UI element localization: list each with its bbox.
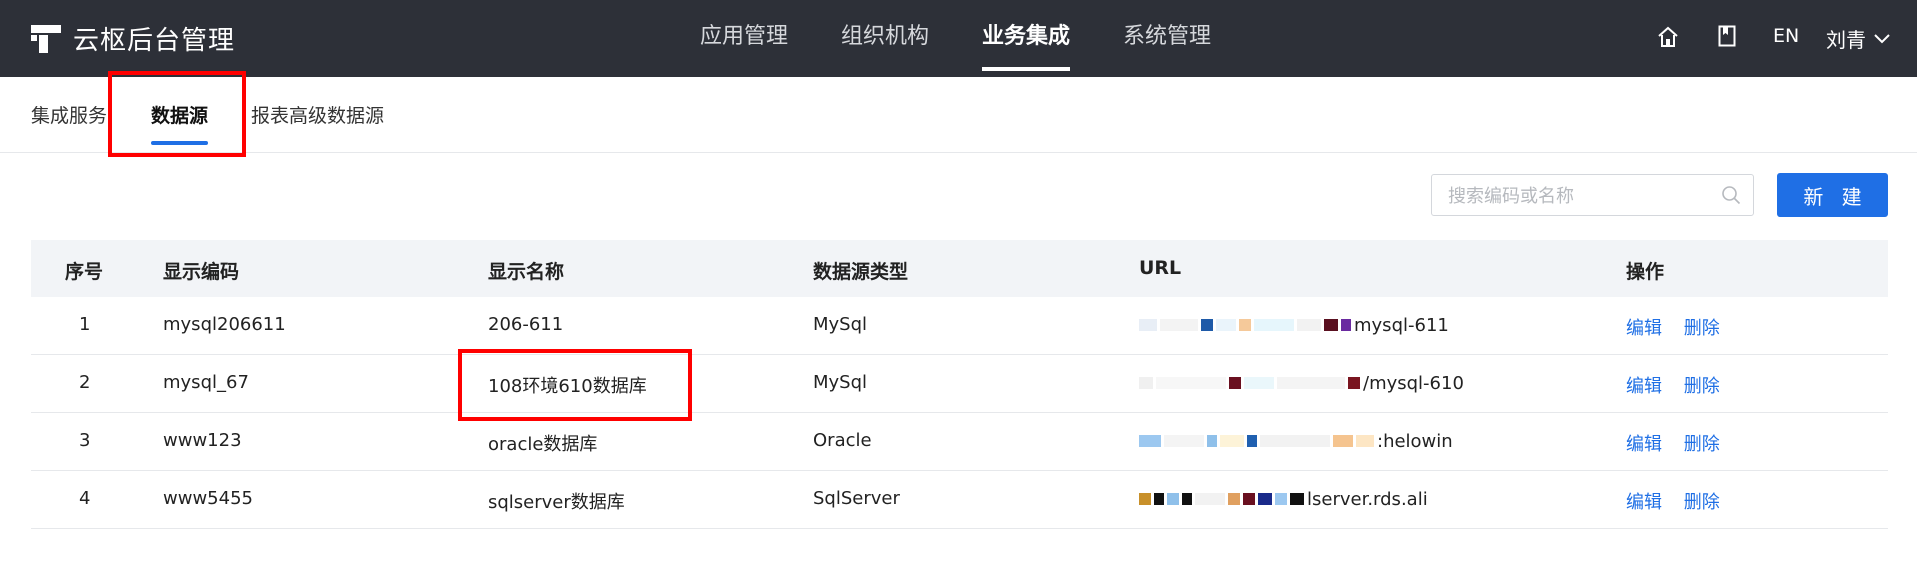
cell-code: mysql206611 (163, 314, 286, 335)
col-header-name: 显示名称 (488, 261, 565, 283)
cell-seq: 2 (79, 372, 91, 393)
table-row: 2 mysql_67 108环境610数据库 MySql /mysql-610 … (31, 355, 1888, 413)
nav-item-business-integration[interactable]: 业务集成 (982, 0, 1071, 77)
cell-seq: 4 (79, 488, 91, 509)
edit-link[interactable]: 编辑 (1626, 434, 1662, 455)
tab-report-advanced-data-source[interactable]: 报表高级数据源 (251, 101, 384, 128)
redacted-url-mask (1139, 315, 1354, 335)
table-row-partial (31, 529, 1888, 586)
cell-name: 206-611 (488, 314, 564, 335)
home-icon[interactable] (1657, 26, 1679, 48)
col-header-seq: 序号 (65, 261, 104, 283)
nav-item-system-management[interactable]: 系统管理 (1123, 0, 1211, 77)
highlight-box-tab (108, 71, 246, 157)
cell-url: mysql-611 (1139, 314, 1625, 336)
brand[interactable]: 云枢后台管理 (31, 20, 235, 56)
user-menu[interactable]: 刘青 (1826, 24, 1890, 53)
col-header-code: 显示编码 (163, 261, 240, 283)
cell-type: MySql (813, 372, 868, 393)
search-box (1431, 174, 1754, 217)
redacted-url-mask (1139, 373, 1363, 393)
language-switch[interactable]: EN (1773, 25, 1799, 47)
delete-link[interactable]: 删除 (1684, 376, 1720, 397)
cell-seq: 1 (79, 314, 91, 335)
url-text: mysql-611 (1354, 314, 1449, 336)
col-header-type: 数据源类型 (813, 261, 909, 283)
cell-url: /mysql-610 (1139, 372, 1625, 394)
top-bar: 云枢后台管理 应用管理 组织机构 业务集成 系统管理 EN 刘青 (0, 0, 1917, 77)
url-text: :helowin (1377, 430, 1453, 452)
highlight-box-row (458, 349, 692, 421)
edit-link[interactable]: 编辑 (1626, 318, 1662, 339)
user-name: 刘青 (1826, 28, 1866, 52)
table-row: 1 mysql206611 206-611 MySql mysql-611 编辑… (31, 297, 1888, 355)
table-header: 序号 显示编码 显示名称 数据源类型 URL 操作 (31, 240, 1888, 297)
new-button[interactable]: 新 建 (1777, 173, 1888, 217)
cell-url: :helowin (1139, 430, 1625, 452)
chevron-down-icon (1874, 33, 1890, 43)
table-row: 3 www123 oracle数据库 Oracle :helowin 编辑 删除 (31, 413, 1888, 471)
cell-code: www5455 (163, 488, 253, 509)
cell-code: www123 (163, 430, 242, 451)
url-text: /mysql-610 (1363, 372, 1464, 394)
cell-name: oracle数据库 (488, 434, 598, 455)
tab-integration-service[interactable]: 集成服务 (31, 101, 107, 128)
search-input[interactable] (1446, 175, 1720, 217)
cell-name: sqlserver数据库 (488, 492, 625, 513)
book-icon[interactable] (1718, 25, 1736, 47)
main-nav: 应用管理 组织机构 业务集成 系统管理 (700, 0, 1264, 77)
cell-code: mysql_67 (163, 372, 249, 393)
delete-link[interactable]: 删除 (1684, 492, 1720, 513)
cell-seq: 3 (79, 430, 91, 451)
cell-ops: 编辑 删除 (1626, 372, 1736, 398)
redacted-url-mask (1139, 489, 1307, 509)
brand-title: 云枢后台管理 (73, 25, 236, 56)
url-text: lserver.rds.ali (1307, 488, 1428, 510)
cell-url: lserver.rds.ali (1139, 488, 1625, 510)
cell-ops: 编辑 删除 (1626, 314, 1736, 340)
cell-type: Oracle (813, 430, 872, 451)
nav-item-app-management[interactable]: 应用管理 (700, 0, 788, 77)
cell-ops: 编辑 删除 (1626, 430, 1736, 456)
cell-ops: 编辑 删除 (1626, 488, 1736, 514)
edit-link[interactable]: 编辑 (1626, 376, 1662, 397)
cell-type: MySql (813, 314, 868, 335)
col-header-ops: 操作 (1626, 261, 1665, 283)
col-header-url: URL (1139, 257, 1182, 279)
header-actions: EN 刘青 (1617, 0, 1917, 77)
delete-link[interactable]: 删除 (1684, 434, 1720, 455)
redacted-url-mask (1139, 431, 1377, 451)
brand-logo-icon (31, 23, 61, 53)
sub-tabs: 集成服务 数据源 报表高级数据源 (0, 77, 1917, 153)
cell-type: SqlServer (813, 488, 900, 509)
table-row: 4 www5455 sqlserver数据库 SqlServer lserver (31, 471, 1888, 529)
delete-link[interactable]: 删除 (1684, 318, 1720, 339)
data-source-table: 序号 显示编码 显示名称 数据源类型 URL 操作 1 mysql206611 … (31, 240, 1888, 586)
nav-item-organization[interactable]: 组织机构 (841, 0, 929, 77)
search-icon[interactable] (1721, 185, 1741, 205)
edit-link[interactable]: 编辑 (1626, 492, 1662, 513)
